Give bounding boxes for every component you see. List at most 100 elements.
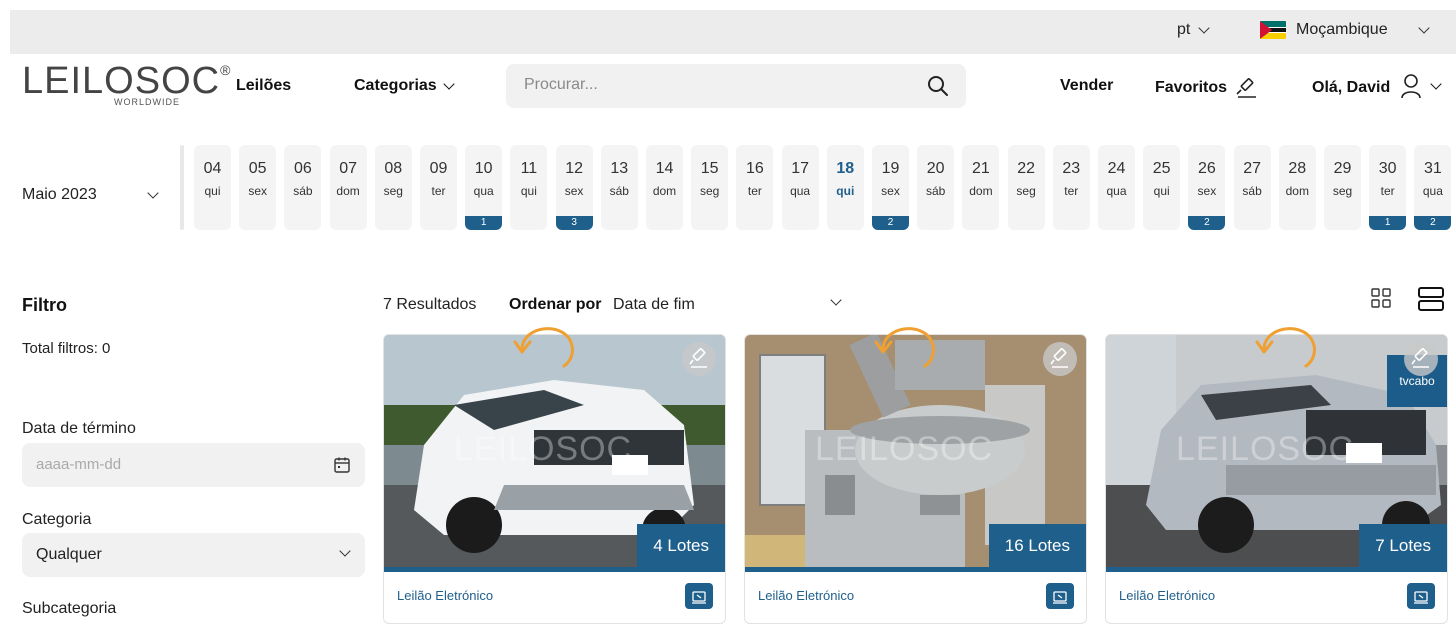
calendar-day[interactable]: 24 qua	[1098, 145, 1135, 230]
calendar-day[interactable]: 04 qui	[194, 145, 231, 230]
day-auction-count-badge: 2	[1188, 216, 1226, 230]
day-number: 18	[836, 160, 855, 177]
user-menu[interactable]: Olá, David	[1312, 73, 1442, 99]
mozambique-flag-icon	[1260, 21, 1286, 39]
calendar-day[interactable]: 29 seg	[1324, 145, 1361, 230]
calendar-day[interactable]: 11 qui	[510, 145, 548, 230]
calendar-day[interactable]: 17 qua	[781, 145, 819, 230]
country-label: Moçambique	[1296, 21, 1388, 38]
list-view-icon[interactable]	[1418, 286, 1444, 312]
calendar-day[interactable]: 21 dom	[962, 145, 1000, 230]
calendar-day[interactable]: 09 ter	[420, 145, 457, 230]
day-number: 24	[1107, 160, 1126, 177]
watermark: LEILOSOC	[454, 430, 633, 468]
subcategory-label: Subcategoria	[22, 600, 117, 617]
site-logo[interactable]: LEILOSOC® WORLDWIDE	[22, 62, 230, 107]
card-divider	[1106, 567, 1447, 572]
calendar-day[interactable]: 05 sex	[239, 145, 277, 230]
month-selector[interactable]: Maio 2023	[22, 186, 159, 204]
day-weekday: sáb	[609, 184, 629, 198]
day-weekday: ter	[431, 184, 446, 198]
day-number: 04	[203, 160, 222, 177]
day-number: 27	[1243, 160, 1261, 177]
calendar-day[interactable]: 28 dom	[1278, 145, 1316, 230]
electronic-auction-icon[interactable]	[1046, 583, 1074, 609]
order-label: Ordenar por	[509, 296, 602, 313]
calendar-day[interactable]: 13 sáb	[600, 145, 638, 230]
calendar-icon[interactable]	[333, 456, 351, 474]
calendar-day[interactable]: 26 sex 2	[1188, 145, 1226, 230]
search-input[interactable]	[524, 76, 904, 94]
day-weekday: sáb	[1242, 184, 1262, 198]
calendar-day[interactable]: 18 qui	[826, 145, 864, 230]
calendar-day[interactable]: 30 ter 1	[1369, 145, 1407, 230]
day-weekday: dom	[652, 184, 677, 198]
day-number: 22	[1017, 160, 1035, 177]
language-selector[interactable]: pt	[1177, 21, 1211, 39]
calendar-day[interactable]: 23 ter	[1052, 145, 1090, 230]
calendar-day[interactable]: 22 seg	[1007, 145, 1045, 230]
day-weekday: ter	[1380, 184, 1395, 198]
calendar-day[interactable]: 06 sáb	[284, 145, 322, 230]
day-number: 13	[610, 160, 629, 177]
day-auction-count-badge: 2	[872, 216, 909, 230]
day-number: 10	[474, 160, 493, 177]
calendar-day[interactable]: 08 seg	[374, 145, 412, 230]
auction-card[interactable]: LEILOSOC 4 Lotes Leilão Eletrónico	[383, 334, 726, 624]
category-select[interactable]: Qualquer	[22, 533, 365, 577]
favorite-button[interactable]	[1404, 342, 1438, 376]
auction-type: Leilão Eletrónico	[397, 588, 494, 603]
day-number: 17	[791, 160, 809, 177]
calendar-day[interactable]: 31 qua 2	[1414, 145, 1452, 230]
search-box	[506, 64, 966, 108]
favorite-button[interactable]	[682, 342, 716, 376]
auction-type: Leilão Eletrónico	[758, 588, 855, 603]
calendar-day[interactable]: 12 sex 3	[555, 145, 593, 230]
electronic-auction-icon[interactable]	[1407, 583, 1435, 609]
sell-link[interactable]: Vender	[1060, 77, 1113, 95]
end-date-field[interactable]: aaaa-mm-dd	[22, 443, 365, 487]
calendar-day[interactable]: 27 sáb	[1233, 145, 1271, 230]
auction-card[interactable]: LEILOSOC tvcabo 7 Lotes Leilão Eletrónic…	[1105, 334, 1448, 624]
chevron-down-icon[interactable]	[830, 294, 842, 306]
country-selector[interactable]: Moçambique	[1260, 21, 1430, 39]
license-plate-blur	[612, 455, 648, 475]
calendar-day[interactable]: 14 dom	[646, 145, 683, 230]
day-number: 09	[429, 160, 448, 177]
rotate-arrow-icon	[513, 327, 574, 368]
month-label: Maio 2023	[22, 186, 97, 203]
day-weekday: ter	[747, 184, 762, 198]
calendar-day[interactable]: 25 qui	[1143, 145, 1181, 230]
order-select[interactable]: Data de fim	[613, 296, 695, 314]
calendar-day[interactable]: 10 qua 1	[465, 145, 503, 230]
filter-title: Filtro	[22, 295, 67, 315]
chevron-down-icon	[339, 545, 351, 557]
day-number: 08	[384, 160, 403, 177]
end-date-label: Data de término	[22, 420, 136, 437]
calendar-day[interactable]: 20 sáb	[917, 145, 955, 230]
day-number: 25	[1152, 160, 1171, 177]
calendar-day[interactable]: 15 seg	[691, 145, 729, 230]
favorites-link[interactable]: Favoritos	[1155, 77, 1259, 99]
day-weekday: qui	[1153, 184, 1170, 198]
favorite-button[interactable]	[1043, 342, 1077, 376]
nav-auctions[interactable]: Leilões	[236, 77, 291, 95]
gavel-icon	[1050, 348, 1068, 368]
day-auction-count-badge: 3	[555, 216, 593, 230]
grid-view-icon[interactable]	[1371, 288, 1391, 308]
day-number: 28	[1288, 160, 1307, 177]
day-weekday: sex	[1197, 184, 1217, 198]
search-icon[interactable]	[926, 74, 950, 98]
calendar-day[interactable]: 16 ter	[736, 145, 774, 230]
electronic-auction-icon[interactable]	[685, 583, 713, 609]
chevron-down-icon	[443, 78, 455, 90]
calendar-day[interactable]: 19 sex 2	[872, 145, 909, 230]
day-weekday: seg	[383, 184, 403, 198]
auction-card[interactable]: LEILOSOC 16 Lotes Leilão Eletrónico	[744, 334, 1087, 624]
day-weekday: sáb	[293, 184, 313, 198]
day-number: 31	[1423, 160, 1442, 177]
language-label: pt	[1177, 21, 1191, 38]
nav-categories[interactable]: Categorias	[354, 77, 455, 95]
calendar-day[interactable]: 07 dom	[329, 145, 367, 230]
day-weekday: qui	[204, 184, 221, 198]
